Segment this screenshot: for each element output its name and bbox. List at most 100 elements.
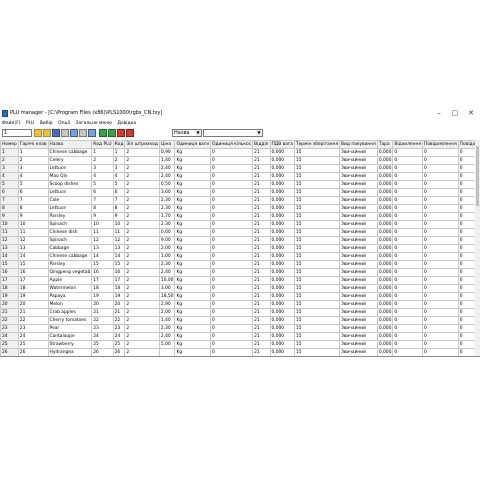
paste-icon[interactable] (79, 129, 87, 137)
table-cell[interactable]: 0,000 (269, 348, 295, 356)
table-cell[interactable]: Strawberry (47, 340, 93, 349)
table-cell[interactable]: Crab apples (47, 308, 93, 317)
table-cell[interactable]: 2 (124, 204, 160, 213)
table-cell[interactable]: Lettuce (47, 188, 93, 197)
table-cell[interactable]: 0 (392, 300, 424, 309)
table-cell[interactable]: 26 (91, 348, 114, 356)
row-number-cell[interactable]: 21 (0, 308, 19, 317)
table-cell[interactable]: Звичайний (339, 204, 378, 213)
table-cell[interactable]: 2 (124, 340, 160, 349)
column-header[interactable]: Відхилення (392, 140, 424, 149)
table-cell[interactable]: 0,000 (269, 164, 295, 173)
table-cell[interactable]: 2 (124, 212, 160, 221)
table-cell[interactable]: 0 (392, 324, 424, 333)
table-cell[interactable]: Kg (174, 180, 212, 189)
table-cell[interactable]: 26 (17, 348, 49, 356)
table-cell[interactable]: 15 (293, 164, 341, 173)
table-cell[interactable]: Kg (174, 340, 212, 349)
table-cell[interactable]: 0,60 (158, 228, 176, 237)
table-cell[interactable]: 2 (124, 332, 160, 341)
table-cell[interactable]: 0 (422, 348, 459, 356)
column-header[interactable]: Код (112, 140, 126, 149)
table-cell[interactable]: 0,000 (376, 332, 394, 341)
table-cell[interactable]: 0 (422, 204, 459, 213)
table-cell[interactable]: 0 (392, 220, 424, 229)
table-cell[interactable]: 0 (457, 204, 475, 213)
table-row[interactable]: 16 16 Qingpeng vegetab 16 16 2 2,40 Kg 0 21 0,000 1… (0, 268, 475, 277)
table-cell[interactable]: 20 (91, 300, 114, 309)
table-cell[interactable]: 10 (91, 220, 114, 229)
row-number-cell[interactable]: 8 (0, 204, 19, 213)
open-folder-icon[interactable] (34, 129, 42, 137)
table-cell[interactable]: 0 (422, 300, 459, 309)
table-cell[interactable]: Звичайний (339, 196, 378, 205)
table-cell[interactable]: 3,00 (158, 284, 176, 293)
table-cell[interactable]: 21 (252, 340, 271, 349)
table-cell[interactable]: 0 (392, 332, 424, 341)
minimize-button[interactable]: – (432, 108, 446, 119)
table-cell[interactable]: 15 (112, 260, 126, 269)
table-cell[interactable]: 0 (210, 164, 254, 173)
table-cell[interactable]: 0 (457, 348, 475, 356)
table-cell[interactable]: Kg (174, 292, 212, 301)
table-cell[interactable]: 0,000 (376, 324, 394, 333)
row-number-cell[interactable]: 10 (0, 220, 19, 229)
table-cell[interactable]: 15 (293, 188, 341, 197)
table-cell[interactable]: 0,000 (376, 308, 394, 317)
table-cell[interactable]: 2,00 (158, 244, 176, 253)
table-cell[interactable]: Kg (174, 332, 212, 341)
table-cell[interactable]: 19 (17, 292, 49, 301)
row-number-cell[interactable]: 3 (0, 164, 19, 173)
table-cell[interactable]: 15 (293, 236, 341, 245)
table-cell[interactable]: Звичайний (339, 316, 378, 325)
table-cell[interactable]: 0,000 (376, 268, 394, 277)
table-cell[interactable]: Звичайний (339, 220, 378, 229)
table-cell[interactable]: 21 (252, 196, 271, 205)
table-cell[interactable]: 15 (293, 220, 341, 229)
table-cell[interactable]: 3 (91, 164, 114, 173)
column-header[interactable]: Одиниця ваги (174, 140, 212, 149)
table-cell[interactable]: 0,000 (269, 340, 295, 349)
table-cell[interactable]: 0 (457, 188, 475, 197)
table-row[interactable]: 6 6 Lettuce 6 6 2 3,60 Kg 0 21 0,000 15 Звичайний 0,0… (0, 188, 475, 197)
table-cell[interactable]: 15 (293, 276, 341, 285)
table-cell[interactable]: 2,40 (158, 332, 176, 341)
table-cell[interactable]: Papaya (47, 292, 93, 301)
table-cell[interactable]: 2 (124, 196, 160, 205)
table-cell[interactable]: Lettuce (47, 204, 93, 213)
table-cell[interactable]: 0,50 (158, 180, 176, 189)
table-cell[interactable]: 8 (91, 204, 114, 213)
table-cell[interactable]: Звичайний (339, 268, 378, 277)
table-cell[interactable]: Cantaloupe (47, 332, 93, 341)
table-cell[interactable]: 22 (91, 316, 114, 325)
table-row[interactable]: 10 10 Spinach 10 10 2 2,30 Kg 0 21 0,000 15 Звичайни… (0, 220, 475, 229)
table-cell[interactable]: 0 (457, 292, 475, 301)
table-cell[interactable]: 0,000 (376, 148, 394, 157)
table-cell[interactable]: 0 (210, 292, 254, 301)
table-cell[interactable]: 4 (112, 172, 126, 181)
column-header[interactable]: Повідомлення (422, 140, 459, 149)
table-cell[interactable]: 2,30 (158, 196, 176, 205)
table-cell[interactable]: 21 (252, 204, 271, 213)
row-number-cell[interactable]: 12 (0, 236, 19, 245)
table-row[interactable]: 11 11 Chinese dish 11 11 2 0,60 Kg 0 21 0,000 15 Зви… (0, 228, 475, 237)
table-cell[interactable]: 0 (392, 308, 424, 317)
table-cell[interactable]: 12 (17, 236, 49, 245)
table-cell[interactable]: 0 (422, 220, 459, 229)
table-row[interactable]: 26 26 Hydrangea 26 26 2 Kg 0 21 0,000 15 Звичайний 0… (0, 348, 475, 356)
table-cell[interactable]: 8 (17, 204, 49, 213)
table-cell[interactable]: Kg (174, 196, 212, 205)
table-row[interactable]: 19 19 Papaya 19 19 2 18,50 Kg 0 21 0,000 15 Звичайни… (0, 292, 475, 301)
table-cell[interactable]: 26 (112, 348, 126, 356)
table-cell[interactable]: 0 (392, 228, 424, 237)
table-cell[interactable]: Звичайний (339, 172, 378, 181)
table-cell[interactable]: 0 (210, 348, 254, 356)
table-cell[interactable]: 11 (91, 228, 114, 237)
table-cell[interactable]: 21 (252, 332, 271, 341)
table-cell[interactable]: 0 (210, 212, 254, 221)
table-cell[interactable]: 21 (252, 220, 271, 229)
print-icon[interactable] (61, 129, 69, 137)
table-cell[interactable]: 22 (112, 316, 126, 325)
table-cell[interactable]: 5 (91, 180, 114, 189)
table-cell[interactable]: Kg (174, 204, 212, 213)
